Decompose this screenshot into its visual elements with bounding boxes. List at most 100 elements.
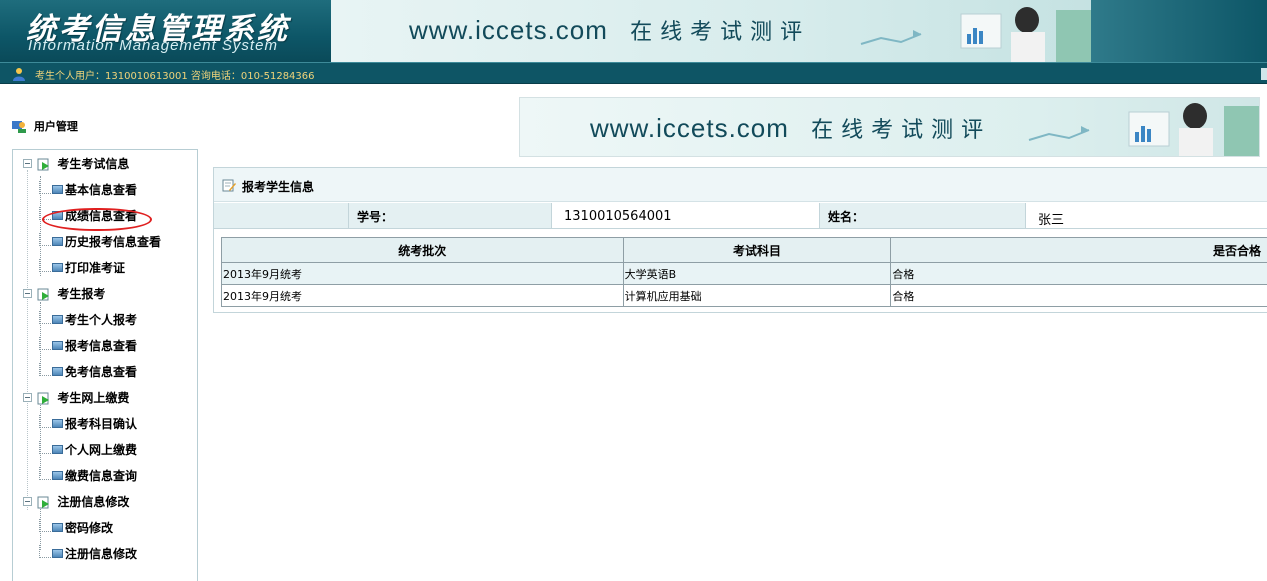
user-management-header: 用户管理 — [12, 118, 78, 134]
tree-group-label: 考生报考 — [57, 287, 106, 301]
tree-group-label: 考生考试信息 — [57, 157, 130, 171]
tree-item-label: 个人网上缴费 — [65, 443, 138, 457]
collapse-icon[interactable] — [23, 289, 32, 298]
table-header-row: 统考批次 考试科目 是否合格 — [221, 237, 1267, 263]
collapse-icon[interactable] — [23, 497, 32, 506]
tree-item-payment-query[interactable]: 缴费信息查询 — [39, 467, 137, 493]
folder-open-icon — [37, 158, 50, 170]
name-label: 姓名： — [820, 203, 1026, 229]
status-edge-icon — [1261, 68, 1267, 80]
tree-item-personal-registration[interactable]: 考生个人报考 — [39, 311, 137, 337]
folder-open-icon — [37, 288, 50, 300]
tree-item-label: 报考科目确认 — [65, 417, 138, 431]
header-banner-slogan: 在线考试测评 — [630, 20, 811, 45]
user-management-label: 用户管理 — [33, 120, 78, 133]
panel-header: 报考学生信息 — [214, 168, 1267, 202]
score-table: 统考批次 考试科目 是否合格 2013年9月统考 大学英语B 合格 2013年9… — [221, 237, 1267, 307]
status-text: 考生个人用户：1310010613001 咨询电话：010-51284366 — [35, 67, 315, 82]
tree-item-print-ticket[interactable]: 打印准考证 — [39, 259, 125, 285]
folder-open-icon — [37, 496, 50, 508]
page-icon — [52, 523, 63, 532]
status-bar: 考生个人用户：1310010613001 咨询电话：010-51284366 — [0, 62, 1267, 84]
name-value: 张三 — [1026, 203, 1267, 229]
student-id-value: 1310010564001 — [552, 203, 820, 229]
app-header: 统考信息管理系统 Information Management System w… — [0, 0, 1267, 62]
header-banner-url: www.iccets.com — [409, 15, 608, 45]
page-icon — [52, 367, 63, 376]
header-right-fill — [1091, 0, 1267, 62]
tree-group-registration[interactable]: 考生报考 — [23, 285, 105, 311]
content-banner-slogan: 在线考试测评 — [811, 118, 992, 143]
tree-item-online-payment[interactable]: 个人网上缴费 — [39, 441, 137, 467]
content-banner-url: www.iccets.com — [590, 113, 789, 143]
header-banner-text: www.iccets.com 在线考试测评 — [409, 14, 810, 46]
panel-title: 报考学生信息 — [242, 180, 315, 194]
tree-item-exemption-info[interactable]: 免考信息查看 — [39, 363, 137, 389]
banner-chart-illustration-icon — [1028, 103, 1259, 156]
tree-group-online-payment[interactable]: 考生网上缴费 — [23, 389, 129, 415]
tree-item-score-info[interactable]: 成绩信息查看 — [39, 207, 137, 233]
collapse-icon[interactable] — [23, 159, 32, 168]
tree-item-label: 基本信息查看 — [65, 183, 138, 197]
tree-item-label: 密码修改 — [65, 521, 114, 535]
edit-note-icon — [222, 179, 236, 192]
column-header-passed: 是否合格 — [890, 237, 1267, 263]
page-icon — [52, 237, 63, 246]
page-icon — [52, 419, 63, 428]
collapse-icon[interactable] — [23, 393, 32, 402]
page-icon — [52, 315, 63, 324]
user-label: 考生个人用户： — [35, 71, 105, 82]
tree-item-history-info[interactable]: 历史报考信息查看 — [39, 233, 161, 259]
tree-item-label: 报考信息查看 — [65, 339, 138, 353]
app-subtitle: Information Management System — [28, 37, 278, 54]
table-row: 2013年9月统考 大学英语B 合格 — [221, 262, 1267, 285]
tree-item-subject-confirm[interactable]: 报考科目确认 — [39, 415, 137, 441]
tree-group-exam-info[interactable]: 考生考试信息 — [23, 155, 129, 181]
page-icon — [52, 549, 63, 558]
content-banner-text: www.iccets.com 在线考试测评 — [590, 112, 991, 144]
tree-item-label: 考生个人报考 — [65, 313, 138, 327]
table-row: 2013年9月统考 计算机应用基础 合格 — [221, 284, 1267, 307]
tree-item-label: 成绩信息查看 — [65, 209, 138, 223]
page-icon — [52, 445, 63, 454]
tree-item-label: 注册信息修改 — [65, 547, 138, 561]
tree-item-label: 历史报考信息查看 — [65, 235, 162, 249]
page-icon — [52, 263, 63, 272]
column-header-subject: 考试科目 — [622, 237, 892, 263]
info-spacer-cell — [214, 203, 349, 229]
tree-item-registration-info[interactable]: 报考信息查看 — [39, 337, 137, 363]
header-banner: www.iccets.com 在线考试测评 — [331, 0, 1091, 62]
cell-subject: 大学英语B — [622, 262, 892, 285]
user-management-icon — [12, 121, 26, 133]
content-banner: www.iccets.com 在线考试测评 — [519, 97, 1260, 157]
student-info-row: 学号： 1310010564001 姓名： 张三 — [214, 203, 1267, 229]
tree-group-label: 注册信息修改 — [57, 495, 130, 509]
tree-item-basic-info[interactable]: 基本信息查看 — [39, 181, 137, 207]
page-icon — [52, 471, 63, 480]
cell-batch: 2013年9月统考 — [221, 284, 624, 307]
page-icon — [52, 211, 63, 220]
sidebar-tree: 考生考试信息 基本信息查看 成绩信息查看 历史报考信息查看 打印准考证 考生报考… — [12, 149, 198, 581]
tree-item-profile-change[interactable]: 注册信息修改 — [39, 545, 137, 571]
page-icon — [52, 185, 63, 194]
student-info-panel: 报考学生信息 学号： 1310010564001 姓名： 张三 统考批次 考试科… — [213, 167, 1267, 313]
hotline-number: 010-51284366 — [240, 71, 315, 82]
column-header-batch: 统考批次 — [221, 237, 624, 263]
page-icon — [52, 341, 63, 350]
tree-group-profile-edit[interactable]: 注册信息修改 — [23, 493, 129, 519]
user-id: 1310010613001 — [105, 71, 188, 82]
tree-item-label: 缴费信息查询 — [65, 469, 138, 483]
tree-item-password-change[interactable]: 密码修改 — [39, 519, 113, 545]
user-icon — [13, 68, 25, 81]
tree-group-label: 考生网上缴费 — [57, 391, 130, 405]
hotline-label: 咨询电话： — [190, 71, 241, 82]
folder-open-icon — [37, 392, 50, 404]
cell-passed: 合格 — [890, 262, 1267, 285]
cell-batch: 2013年9月统考 — [221, 262, 624, 285]
tree-item-label: 打印准考证 — [65, 261, 126, 275]
cell-subject: 计算机应用基础 — [622, 284, 892, 307]
student-id-label: 学号： — [349, 203, 552, 229]
banner-chart-illustration-icon — [860, 7, 1091, 62]
tree-item-label: 免考信息查看 — [65, 365, 138, 379]
cell-passed: 合格 — [890, 284, 1267, 307]
